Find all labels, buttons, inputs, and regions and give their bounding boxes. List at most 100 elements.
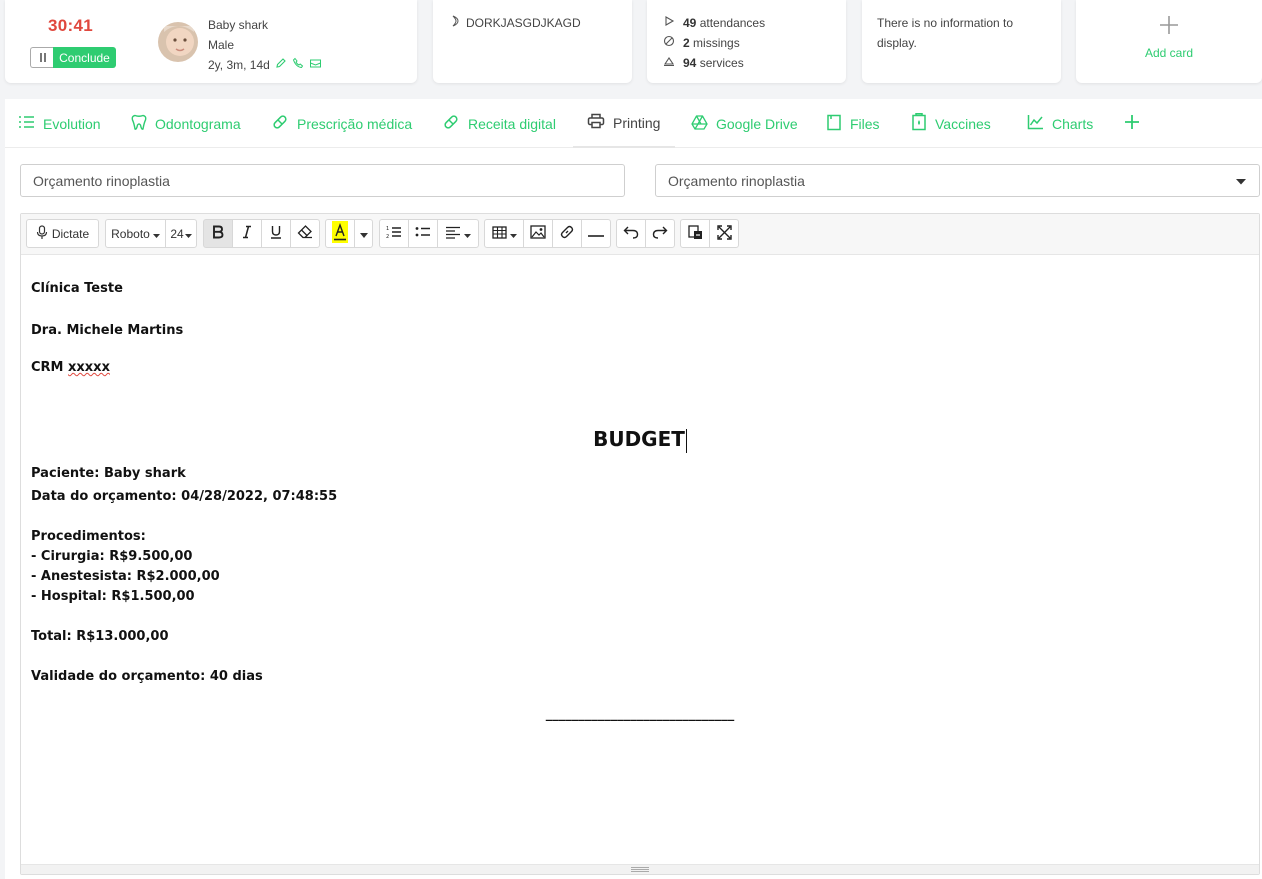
procedures-title: Procedimentos: [31, 529, 146, 544]
document-title-input[interactable] [20, 164, 625, 197]
services-label: services [699, 56, 744, 70]
highlight-color-button[interactable] [325, 219, 355, 248]
italic-button[interactable] [232, 219, 262, 248]
pause-button[interactable] [30, 47, 54, 68]
validity-line: Validade do orçamento: 40 dias [31, 669, 263, 684]
main-panel: Evolution Odontograma Prescrição médica … [5, 99, 1262, 879]
patient-name: Baby shark [208, 18, 269, 32]
doctor-name: Dra. Michele Martins [31, 323, 184, 338]
procedure-item: - Anestesista: R$2.000,00 [31, 569, 220, 584]
services-count: 94 [683, 56, 697, 70]
fullscreen-icon [716, 224, 732, 243]
tab-label: Charts [1052, 115, 1094, 132]
play-icon [663, 13, 675, 33]
bold-icon [212, 225, 224, 242]
redo-button[interactable] [645, 219, 675, 248]
heading-text: BUDGET [593, 427, 685, 451]
plus-icon[interactable] [1124, 114, 1140, 133]
italic-icon [242, 225, 252, 242]
tab-label: Google Drive [716, 115, 798, 132]
font-family-value: Roboto [111, 226, 150, 241]
align-left-icon [445, 226, 461, 242]
undo-icon [623, 226, 639, 242]
caret-down-icon [509, 227, 517, 241]
unordered-list-button[interactable] [408, 219, 438, 248]
image-button[interactable] [523, 219, 553, 248]
code-view-button[interactable] [680, 219, 710, 248]
tab-odontograma[interactable]: Odontograma [131, 99, 241, 148]
tab-files[interactable]: Files [826, 99, 880, 148]
tab-label: Files [850, 115, 880, 132]
list-icon [18, 114, 35, 133]
file-icon [826, 114, 842, 134]
pencil-icon[interactable] [275, 55, 287, 75]
signature-line: _____________________________ [545, 707, 735, 722]
patient-gender: Male [208, 38, 235, 52]
add-card[interactable]: Add card [1076, 0, 1262, 83]
ordered-list-button[interactable]: 12 [379, 219, 409, 248]
tab-vaccines[interactable]: Vaccines [911, 99, 991, 148]
link-icon [559, 224, 575, 243]
tab-charts[interactable]: Charts [1027, 99, 1093, 148]
pill-icon [442, 113, 460, 134]
session-timer: 30:41 [48, 16, 93, 35]
patient-line: Paciente: Baby shark [31, 466, 186, 481]
tab-printing[interactable]: Printing [573, 99, 675, 148]
plus-icon[interactable] [1157, 13, 1181, 40]
services-icon [663, 53, 675, 73]
moon-icon [450, 15, 460, 30]
horizontal-rule-icon [588, 227, 604, 241]
tab-evolution[interactable]: Evolution [18, 99, 101, 148]
attendances-count: 49 [683, 16, 697, 30]
editor-content[interactable]: Clínica Teste Dra. Michele Martins CRM x… [21, 255, 1259, 866]
add-tab-button[interactable] [1124, 99, 1140, 148]
underline-icon [270, 225, 282, 242]
patient-code: DORKJASGDJKAGD [466, 15, 581, 30]
horizontal-rule-button[interactable] [581, 219, 611, 248]
add-card-label[interactable]: Add card [1076, 46, 1262, 60]
template-select[interactable]: Orçamento rinoplastia [655, 164, 1260, 197]
tab-label: Odontograma [155, 115, 241, 132]
font-family-select[interactable]: Roboto [105, 219, 166, 248]
underline-button[interactable] [261, 219, 291, 248]
tab-prescricao[interactable]: Prescrição médica [271, 99, 412, 148]
mail-icon[interactable] [309, 55, 322, 75]
svg-text:1: 1 [386, 226, 389, 232]
align-button[interactable] [437, 219, 479, 248]
table-button[interactable] [484, 219, 524, 248]
editor-resize-handle[interactable] [21, 864, 1259, 874]
bold-button[interactable] [203, 219, 233, 248]
drive-icon [691, 114, 708, 133]
patient-info: Baby shark Male 2y, 3m, 14d [208, 15, 322, 75]
link-button[interactable] [552, 219, 582, 248]
avatar [158, 22, 198, 62]
tab-google-drive[interactable]: Google Drive [691, 99, 798, 148]
fullscreen-button[interactable] [709, 219, 739, 248]
procedure-item: - Cirurgia: R$9.500,00 [31, 549, 193, 564]
caret-down-icon [464, 227, 471, 241]
rich-text-editor: Dictate Roboto 24 1 2 Clínica Teste Dra.… [20, 213, 1260, 875]
ordered-list-icon: 12 [386, 225, 402, 242]
highlight-color-dropdown[interactable] [354, 219, 373, 248]
dictate-button[interactable]: Dictate [26, 219, 99, 248]
crm-value: xxxxx [68, 360, 110, 375]
phone-icon[interactable] [292, 55, 304, 75]
caret-down-icon [1235, 173, 1247, 189]
info-card: There is no information to display. [862, 0, 1061, 83]
stats-card: 49 attendances 2 missings 94 services [647, 0, 846, 83]
redo-icon [652, 226, 668, 242]
tab-label: Prescrição médica [297, 115, 413, 132]
ban-icon [663, 33, 675, 53]
tab-receita-digital[interactable]: Receita digital [442, 99, 556, 148]
tooth-icon [131, 114, 147, 134]
template-select-value: Orçamento rinoplastia [668, 172, 805, 189]
attendances-label: attendances [699, 16, 766, 30]
vaccine-icon [911, 113, 927, 134]
font-size-select[interactable]: 24 [165, 219, 197, 248]
patient-age: 2y, 3m, 14d [208, 58, 270, 72]
conclude-button[interactable]: Conclude [53, 47, 116, 68]
chart-icon [1027, 114, 1044, 133]
missings-label: missings [693, 36, 740, 50]
clear-format-button[interactable] [290, 219, 320, 248]
undo-button[interactable] [616, 219, 646, 248]
